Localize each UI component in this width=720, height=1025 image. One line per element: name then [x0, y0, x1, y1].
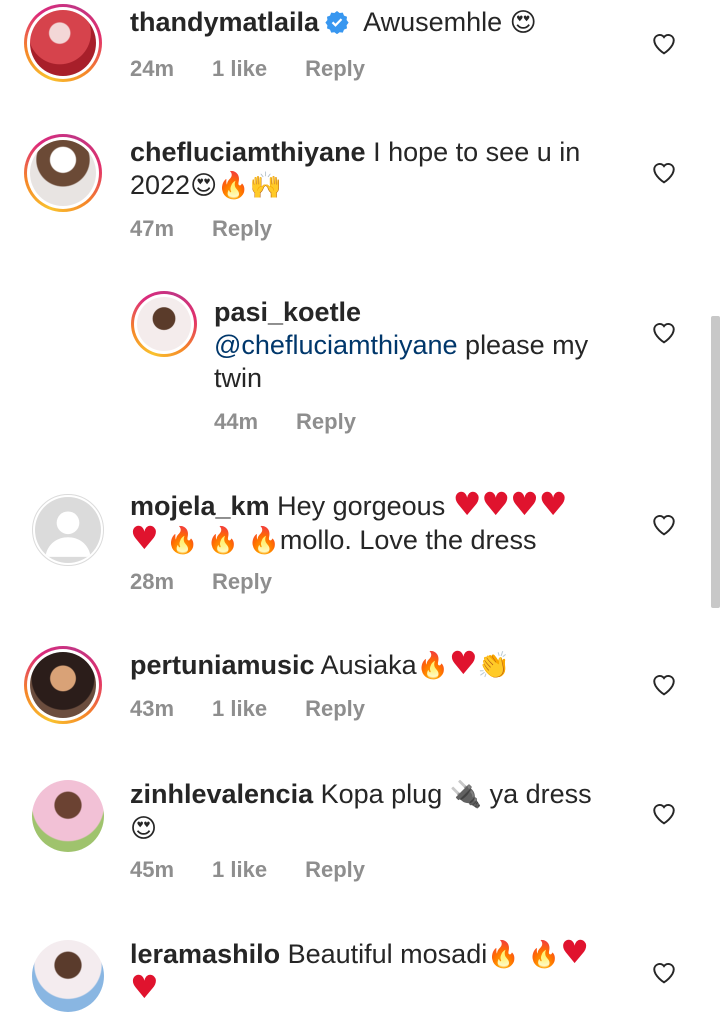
- heart-outline-icon[interactable]: [651, 31, 677, 55]
- comment-body-2: mollo. Love the dress: [279, 525, 537, 555]
- comment-meta: 28m Reply: [130, 569, 310, 595]
- comment-body: Hey gorgeous: [277, 491, 446, 521]
- emoji: 😍: [130, 814, 158, 844]
- username[interactable]: leramashilo: [130, 939, 280, 969]
- comment-meta: 43m 1 like Reply: [130, 696, 403, 722]
- comment-text: mojela_km Hey gorgeous ♥♥♥♥ ♥ 🔥 🔥 🔥mollo.…: [130, 488, 610, 558]
- avatar[interactable]: [32, 940, 104, 1012]
- comment-text: pertuniamusic Ausiaka🔥♥👏: [130, 647, 610, 683]
- heart-outline-icon[interactable]: [651, 512, 677, 536]
- username[interactable]: pertuniamusic: [130, 650, 315, 680]
- avatar[interactable]: [24, 4, 102, 82]
- heart-outline-icon[interactable]: [651, 160, 677, 184]
- reply-button[interactable]: Reply: [305, 857, 365, 882]
- heart-outline-icon[interactable]: [651, 320, 677, 344]
- red-heart-icon: ♥: [130, 519, 159, 557]
- comment-text: pasi_koetle @chefluciamthiyane please my…: [214, 296, 614, 395]
- red-heart-icon: ♥: [130, 968, 159, 1006]
- fire-icon: 🔥 🔥: [487, 940, 561, 970]
- comment-text: leramashilo Beautiful mosadi🔥 🔥♥ ♥: [130, 936, 610, 1006]
- username[interactable]: pasi_koetle: [214, 296, 614, 329]
- username[interactable]: zinhlevalencia: [130, 779, 313, 809]
- likes-count[interactable]: 1 like: [212, 696, 267, 721]
- comment-body: Ausiaka: [320, 650, 417, 680]
- timestamp: 45m: [130, 857, 175, 882]
- likes-count[interactable]: 1 like: [212, 56, 267, 81]
- reply-button[interactable]: Reply: [296, 409, 356, 434]
- username[interactable]: chefluciamthiyane: [130, 137, 366, 167]
- emoji: 😍: [509, 8, 537, 38]
- scrollbar[interactable]: [711, 316, 720, 608]
- avatar[interactable]: [131, 291, 197, 357]
- timestamp: 47m: [130, 216, 175, 241]
- heart-outline-icon[interactable]: [651, 960, 677, 984]
- timestamp: 24m: [130, 56, 175, 81]
- comment-body: Awusemhle: [363, 7, 503, 37]
- comment-body-2: ya dress: [489, 779, 592, 809]
- username[interactable]: mojela_km: [130, 491, 270, 521]
- verified-badge-icon: [325, 11, 349, 34]
- avatar[interactable]: [24, 134, 102, 212]
- comment-body: Kopa plug: [320, 779, 443, 809]
- mention-link[interactable]: @chefluciamthiyane: [214, 330, 458, 360]
- comment-text: zinhlevalencia Kopa plug 🔌 ya dress 😍: [130, 778, 610, 846]
- default-avatar-icon: [35, 497, 101, 563]
- clap-icon: 👏: [477, 651, 511, 681]
- comment-text: chefluciamthiyane I hope to see u in 202…: [130, 136, 610, 203]
- avatar[interactable]: [32, 494, 104, 566]
- timestamp: 28m: [130, 569, 175, 594]
- likes-count[interactable]: 1 like: [212, 857, 267, 882]
- reply-button[interactable]: Reply: [305, 696, 365, 721]
- heart-outline-icon[interactable]: [651, 672, 677, 696]
- red-heart-icon: ♥: [449, 644, 478, 682]
- plug-icon: 🔌: [449, 780, 483, 810]
- comment-meta: 45m 1 like Reply: [130, 857, 403, 883]
- red-heart-icon: ♥: [560, 933, 589, 971]
- fire-icon: 🔥 🔥 🔥: [166, 526, 280, 556]
- reply-button[interactable]: Reply: [212, 569, 272, 594]
- comment-meta: 24m 1 like Reply: [130, 56, 403, 82]
- reply-button[interactable]: Reply: [305, 56, 365, 81]
- username[interactable]: thandymatlaila: [130, 7, 319, 37]
- timestamp: 44m: [214, 409, 259, 434]
- comment-text: thandymatlaila Awusemhle 😍: [130, 6, 610, 40]
- comment-body: Beautiful mosadi: [287, 939, 488, 969]
- avatar[interactable]: [24, 646, 102, 724]
- comment-meta: 47m Reply: [130, 216, 310, 242]
- fire-icon: 🔥: [416, 651, 449, 681]
- reply-button[interactable]: Reply: [212, 216, 272, 241]
- emoji: 😍🔥🙌: [190, 171, 282, 201]
- comment-meta: 44m Reply: [214, 409, 394, 435]
- timestamp: 43m: [130, 696, 175, 721]
- red-heart-icon: ♥♥♥♥: [452, 485, 568, 523]
- heart-outline-icon[interactable]: [651, 801, 677, 825]
- avatar[interactable]: [32, 780, 104, 852]
